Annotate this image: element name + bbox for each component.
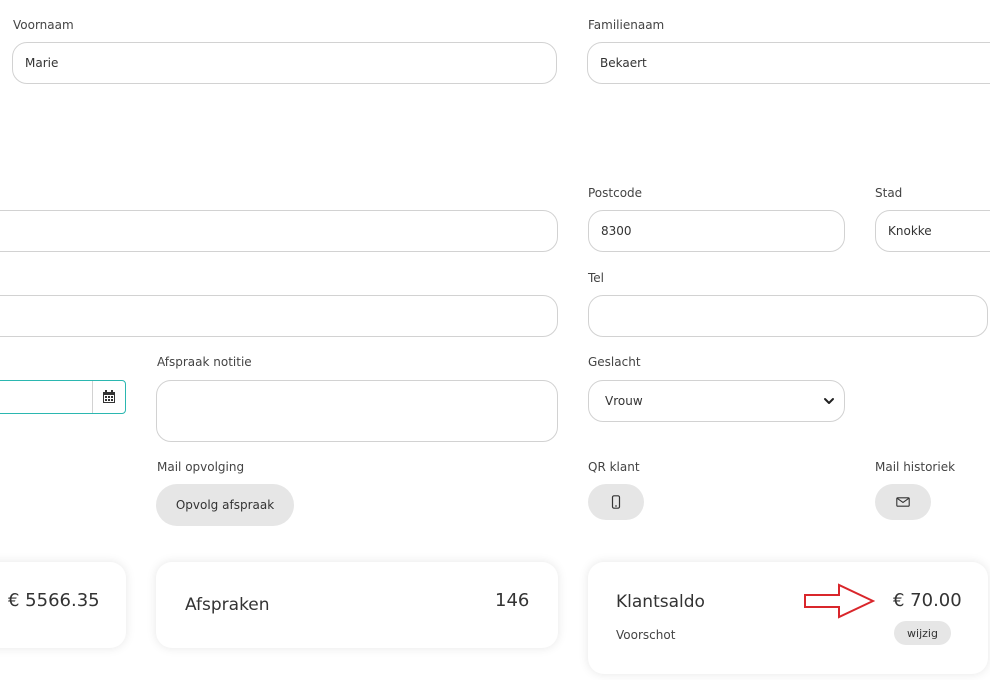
chevron-down-icon xyxy=(824,398,834,404)
voornaam-label: Voornaam xyxy=(13,18,74,32)
omzet-card: € 5566.35 xyxy=(0,562,126,648)
opvolg-afspraak-label: Opvolg afspraak xyxy=(175,498,275,512)
familienaam-label: Familienaam xyxy=(588,18,665,32)
qr-klant-label: QR klant xyxy=(588,460,640,474)
familienaam-value: Bekaert xyxy=(600,56,647,70)
opvolg-afspraak-button[interactable]: Opvolg afspraak xyxy=(156,484,294,526)
afspraken-value: 146 xyxy=(495,590,530,611)
postcode-input[interactable]: 8300 xyxy=(588,210,845,252)
postcode-label: Postcode xyxy=(588,186,643,200)
postcode-value: 8300 xyxy=(601,224,632,238)
qr-klant-button[interactable] xyxy=(588,484,644,520)
tel-label: Tel xyxy=(588,271,605,285)
klantsaldo-value: € 70.00 xyxy=(893,590,962,611)
stad-value: Knokke xyxy=(888,224,932,238)
wijzig-label: wijzig xyxy=(907,626,938,640)
afspraken-card: Afspraken 146 xyxy=(156,562,558,648)
wijzig-button[interactable]: wijzig xyxy=(894,621,951,645)
adres-input[interactable] xyxy=(0,210,558,252)
calendar-button[interactable] xyxy=(92,381,125,413)
mail-historiek-button[interactable] xyxy=(875,484,931,520)
geslacht-select[interactable]: Vrouw xyxy=(588,380,845,422)
geslacht-value: Vrouw xyxy=(605,394,643,408)
stad-label: Stad xyxy=(875,186,903,200)
tel-input[interactable] xyxy=(588,295,988,337)
mail-opvolging-label: Mail opvolging xyxy=(157,460,245,474)
date-input[interactable] xyxy=(0,380,126,414)
calendar-icon xyxy=(103,390,115,403)
voornaam-input[interactable]: Marie xyxy=(12,42,557,84)
klantsaldo-card: Klantsaldo Voorschot € 70.00 wijzig xyxy=(588,562,988,674)
afspraak-notitie-textarea[interactable] xyxy=(156,380,558,442)
arrow-right-icon xyxy=(804,583,875,619)
klantsaldo-subtitle: Voorschot xyxy=(616,628,676,642)
afspraak-notitie-label: Afspraak notitie xyxy=(157,355,252,369)
email-input[interactable] xyxy=(0,295,558,337)
mail-historiek-label: Mail historiek xyxy=(875,460,956,474)
klantsaldo-title: Klantsaldo xyxy=(616,592,705,612)
stad-input[interactable]: Knokke xyxy=(875,210,990,252)
voornaam-value: Marie xyxy=(25,56,59,70)
mail-icon xyxy=(896,497,910,507)
geslacht-label: Geslacht xyxy=(588,355,641,369)
afspraken-title: Afspraken xyxy=(185,595,270,615)
omzet-value: € 5566.35 xyxy=(8,590,100,611)
familienaam-input[interactable]: Bekaert xyxy=(587,42,990,84)
phone-icon xyxy=(611,495,621,509)
